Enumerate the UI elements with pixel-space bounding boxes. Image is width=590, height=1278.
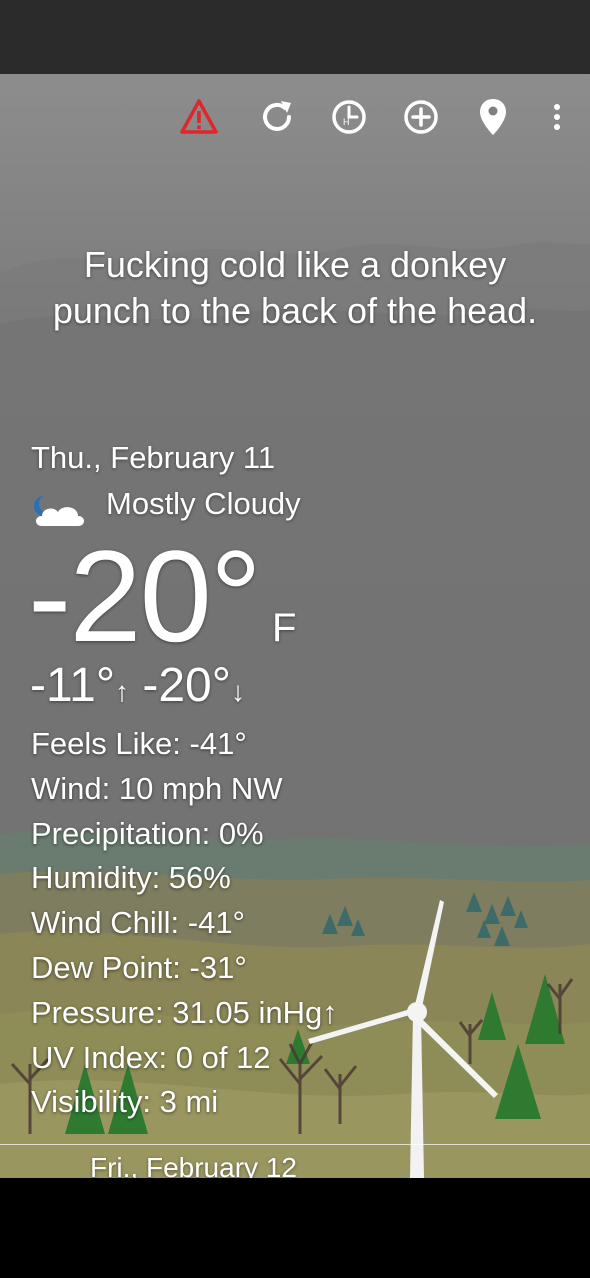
svg-text:H: H [343, 117, 350, 127]
high-low-temperatures: -11°↑ -20°↓ [30, 658, 245, 720]
overflow-menu-button[interactable] [532, 92, 582, 142]
history-button[interactable]: H [324, 92, 374, 142]
wind: Wind: 10 mph NW [31, 770, 283, 806]
day-divider [0, 1144, 590, 1145]
location-pin-icon [480, 99, 506, 135]
high-temperature: -11° [30, 659, 116, 712]
status-bar [0, 0, 590, 74]
refresh-button[interactable] [252, 92, 302, 142]
refresh-icon [263, 101, 291, 131]
overflow-menu-icon [554, 104, 560, 130]
add-location-button[interactable] [396, 92, 446, 142]
humidity: Humidity: 56% [31, 860, 231, 896]
precipitation: Precipitation: 0% [31, 815, 264, 851]
uv-index: UV Index: 0 of 12 [31, 1039, 271, 1075]
next-day-date[interactable]: Fri., February 12 [90, 1152, 297, 1178]
temperature-unit: F [272, 606, 297, 650]
history-icon: H [332, 100, 366, 134]
visibility: Visibility: 3 mi [31, 1084, 219, 1120]
warning-icon [180, 99, 218, 134]
low-arrow-icon: ↓ [230, 676, 245, 707]
weather-alert-button[interactable] [174, 92, 224, 142]
weather-screen: H Fucking cold like a donkey punch to th… [0, 74, 590, 1178]
pressure: Pressure: 31.05 inHg↑ [31, 994, 338, 1030]
weather-details: Feels Like: -41° Wind: 10 mph NW Precipi… [31, 722, 338, 1125]
toolbar: H [0, 92, 590, 142]
high-arrow-icon: ↑ [115, 676, 130, 707]
weather-quote: Fucking cold like a donkey punch to the … [52, 244, 538, 331]
wind-chill: Wind Chill: -41° [31, 905, 245, 941]
location-button[interactable] [468, 92, 518, 142]
low-temperature: -20° [142, 659, 231, 712]
current-date: Thu., February 11 [31, 440, 276, 475]
add-location-icon [404, 100, 438, 134]
navigation-bar [0, 1178, 590, 1278]
feels-like: Feels Like: -41° [31, 726, 247, 761]
dew-point: Dew Point: -31° [31, 949, 247, 985]
current-temperature: -20° [28, 523, 262, 669]
condition-label: Mostly Cloudy [106, 486, 301, 521]
